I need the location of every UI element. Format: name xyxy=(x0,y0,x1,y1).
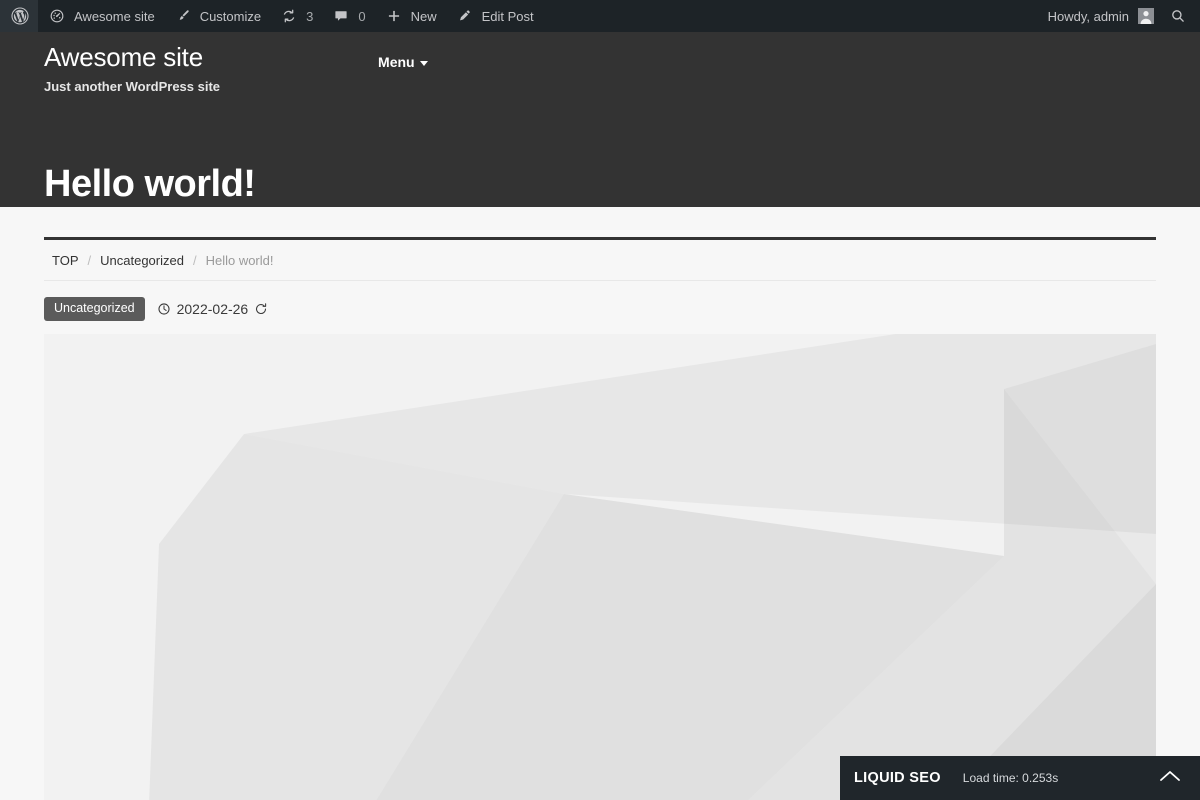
refresh-update-icon xyxy=(254,302,268,316)
pencil-icon xyxy=(455,6,475,26)
search-icon xyxy=(1168,6,1188,26)
liquid-seo-toggle-button[interactable] xyxy=(1156,764,1184,792)
admin-bar-item-comments[interactable]: 0 xyxy=(322,0,374,32)
page-title: Hello world! xyxy=(44,163,256,205)
breadcrumb-item-category[interactable]: Uncategorized xyxy=(100,253,184,268)
chevron-up-icon xyxy=(1159,769,1181,788)
admin-bar-edit-post-label: Edit Post xyxy=(481,8,534,24)
breadcrumb-separator: / xyxy=(192,253,197,268)
admin-bar-revisions-count: 3 xyxy=(306,8,314,24)
admin-bar-item-revisions[interactable]: 3 xyxy=(270,0,322,32)
site-branding: Awesome site Just another WordPress site xyxy=(44,41,220,94)
admin-bar-item-edit-post[interactable]: Edit Post xyxy=(446,0,543,32)
wp-admin-bar: Awesome site Customize 3 0 New Edit Post… xyxy=(0,0,1200,32)
clock-icon xyxy=(157,302,171,316)
paintbrush-icon xyxy=(173,6,193,26)
breadcrumb: TOP / Uncategorized / Hello world! xyxy=(44,237,1156,281)
wordpress-logo-icon xyxy=(10,6,30,26)
site-header-top-row: Awesome site Just another WordPress site… xyxy=(44,32,1156,94)
category-badge[interactable]: Uncategorized xyxy=(44,297,145,321)
comment-bubble-icon xyxy=(331,6,351,26)
admin-bar-search-button[interactable] xyxy=(1160,0,1200,32)
admin-bar-customize-label: Customize xyxy=(199,8,262,24)
post-date-group: 2022-02-26 xyxy=(157,301,269,317)
plus-icon xyxy=(384,6,404,26)
post-meta: Uncategorized 2022-02-26 xyxy=(44,281,1156,334)
admin-bar-item-new[interactable]: New xyxy=(375,0,446,32)
admin-bar-right-group: Howdy, admin xyxy=(1039,0,1200,32)
admin-bar-item-site-name[interactable]: Awesome site xyxy=(38,0,164,32)
revisions-icon xyxy=(279,6,299,26)
admin-bar-item-customize[interactable]: Customize xyxy=(164,0,270,32)
site-description: Just another WordPress site xyxy=(44,78,221,94)
howdy-label: Howdy, admin xyxy=(1047,8,1129,24)
main-content: TOP / Uncategorized / Hello world! Uncat… xyxy=(0,237,1200,800)
wordpress-logo-menu[interactable] xyxy=(0,0,38,32)
liquid-seo-brand: LIQUID SEO xyxy=(854,770,941,786)
site-title[interactable]: Awesome site xyxy=(44,41,220,74)
admin-bar-comments-count: 0 xyxy=(358,8,366,24)
site-header: Awesome site Just another WordPress site… xyxy=(0,32,1200,207)
admin-bar-left-group: Awesome site Customize 3 0 New Edit Post xyxy=(0,0,543,32)
dashboard-gauge-icon xyxy=(47,6,67,26)
liquid-seo-load-time: Load time: 0.253s xyxy=(962,771,1059,785)
breadcrumb-item-current: Hello world! xyxy=(205,253,274,268)
post-date-label: 2022-02-26 xyxy=(176,300,249,317)
liquid-seo-bar: LIQUID SEO Load time: 0.253s xyxy=(840,756,1200,800)
admin-bar-new-label: New xyxy=(410,8,437,24)
breadcrumb-item-top[interactable]: TOP xyxy=(52,253,79,268)
featured-image xyxy=(44,333,1156,800)
abstract-polygon-placeholder-icon xyxy=(44,333,1156,800)
admin-bar-site-name-label: Awesome site xyxy=(74,8,155,24)
content-container: TOP / Uncategorized / Hello world! Uncat… xyxy=(44,237,1156,800)
admin-bar-my-account[interactable]: Howdy, admin xyxy=(1039,0,1160,32)
avatar xyxy=(1138,8,1154,24)
chevron-down-icon xyxy=(419,60,428,66)
menu-toggle-label: Menu xyxy=(378,54,415,70)
menu-toggle-button[interactable]: Menu xyxy=(378,54,428,70)
breadcrumb-separator: / xyxy=(87,253,92,268)
